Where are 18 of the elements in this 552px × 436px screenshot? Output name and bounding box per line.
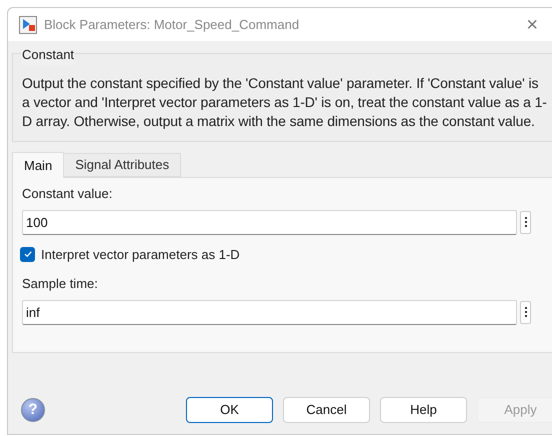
window-title: Block Parameters: Motor_Speed_Command <box>44 16 300 34</box>
field-label: Constant value: <box>22 185 114 203</box>
more-options-icon[interactable] <box>520 300 531 324</box>
dialog-button[interactable]: OK <box>186 397 273 423</box>
dialog-button[interactable]: Help <box>380 397 467 423</box>
tab[interactable]: Main <box>12 152 64 178</box>
block-description: Output the constant specified by the 'Constant value' parameter. If 'Constant value' is a vector and 'Interpret vector parameters as 1-D' is on, treat the constant value as a 1-D array. Otherwise, output a matrix with the same dimensions as the constant value. <box>22 74 547 131</box>
more-options-icon[interactable] <box>520 210 531 234</box>
field-label: Sample time: <box>22 275 99 293</box>
check-icon <box>22 249 32 260</box>
input-field[interactable]: inf <box>22 300 517 324</box>
tab[interactable]: Signal Attributes <box>64 153 182 177</box>
block-app-icon <box>19 16 37 34</box>
input-field[interactable]: 100 <box>22 210 517 234</box>
close-button[interactable]: × <box>526 14 538 34</box>
checkbox-label: Interpret vector parameters as 1-D <box>41 246 240 264</box>
dialog-button[interactable]: Cancel <box>283 397 370 423</box>
checkbox[interactable] <box>20 246 35 262</box>
